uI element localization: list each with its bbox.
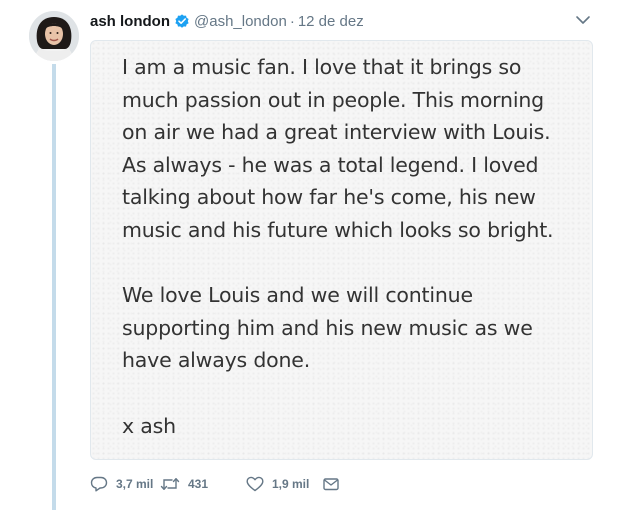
- note-line: As always - he was a total legend. I lov…: [122, 152, 539, 177]
- note-paragraph-2: We love Louis and we will continue suppo…: [122, 279, 592, 377]
- direct-message-button[interactable]: [322, 476, 340, 492]
- tweet: ash london @ash_london · 12 de dez I am …: [0, 0, 620, 510]
- note-line: on air we had a great interview with Lou…: [122, 120, 551, 145]
- note-signature: x ash: [122, 413, 176, 438]
- verified-badge-icon: [175, 14, 189, 28]
- retweet-count: 431: [188, 477, 209, 491]
- author-handle[interactable]: @ash_london: [194, 13, 287, 30]
- note-line: music and his future which looks so brig…: [122, 217, 554, 242]
- author-name[interactable]: ash london: [90, 13, 170, 30]
- avatar[interactable]: [29, 11, 79, 61]
- retweet-button[interactable]: 431: [160, 476, 246, 492]
- reply-icon: [90, 476, 108, 492]
- thread-line: [52, 64, 56, 510]
- tweet-date[interactable]: 12 de dez: [298, 13, 364, 30]
- separator-dot: ·: [289, 12, 295, 30]
- like-button[interactable]: 1,9 mil: [246, 476, 322, 492]
- note-paragraph-1: I am a music fan. I love that it brings …: [122, 51, 592, 247]
- note-line: supporting him and his new music as we: [122, 315, 533, 340]
- like-count: 1,9 mil: [272, 477, 310, 491]
- note-line: I am a music fan. I love that it brings …: [122, 55, 522, 79]
- envelope-icon: [323, 478, 339, 491]
- avatar-image: [29, 11, 79, 61]
- reply-button[interactable]: 3,7 mil: [90, 476, 160, 492]
- reply-count: 3,7 mil: [116, 477, 154, 491]
- tweet-actions: 3,7 mil 431 1,9 mil: [90, 473, 340, 495]
- note-image[interactable]: I am a music fan. I love that it brings …: [90, 40, 593, 460]
- note-line: talking about how far he's come, his new: [122, 185, 536, 210]
- chevron-down-icon[interactable]: [575, 14, 591, 26]
- note-line: much passion out in people. This morning: [122, 87, 544, 112]
- heart-icon: [246, 476, 264, 492]
- retweet-icon: [160, 478, 180, 490]
- tweet-header: ash london @ash_london · 12 de dez: [90, 11, 364, 31]
- note-line: have always done.: [122, 348, 311, 373]
- note-line: We love Louis and we will continue: [122, 283, 473, 308]
- note-text: I am a music fan. I love that it brings …: [122, 51, 592, 442]
